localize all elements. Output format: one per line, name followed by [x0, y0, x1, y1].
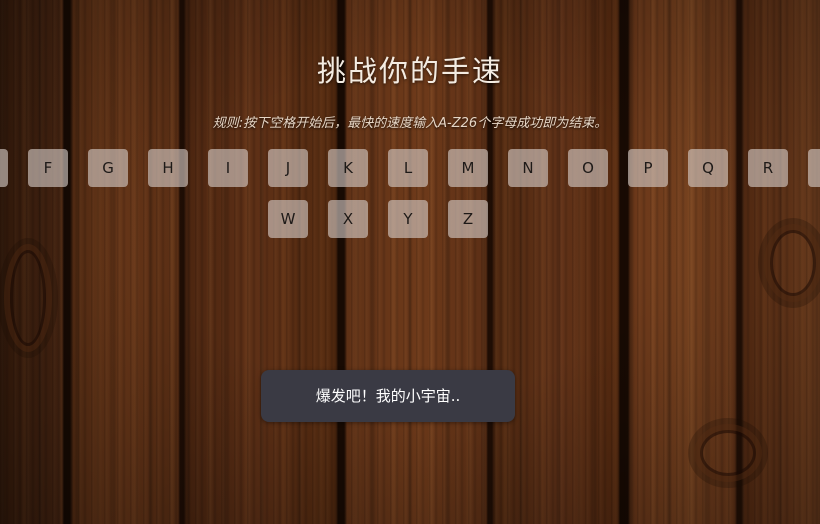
letter-key-n: N [508, 149, 548, 187]
start-button[interactable]: 爆发吧！我的小宇宙.. [261, 370, 515, 422]
wood-knot [10, 250, 46, 346]
letter-key-i: I [208, 149, 248, 187]
letter-key-x: X [328, 200, 368, 238]
letter-key-w: W [268, 200, 308, 238]
wood-knot [700, 430, 756, 476]
letter-key-y: Y [388, 200, 428, 238]
letter-keys: F G H I J K L M N O P Q R W X Y Z [0, 0, 820, 260]
letter-key-z: Z [448, 200, 488, 238]
letter-key-o: O [568, 149, 608, 187]
letter-key-p: P [628, 149, 668, 187]
letter-key-h: H [148, 149, 188, 187]
letter-key-l: L [388, 149, 428, 187]
letter-key-m: M [448, 149, 488, 187]
letter-key-r: R [748, 149, 788, 187]
letter-key-k: K [328, 149, 368, 187]
letter-key-j: J [268, 149, 308, 187]
letter-key-partial-left [0, 149, 8, 187]
letter-key-g: G [88, 149, 128, 187]
letter-key-partial-right [808, 149, 820, 187]
letter-key-q: Q [688, 149, 728, 187]
letter-key-f: F [28, 149, 68, 187]
